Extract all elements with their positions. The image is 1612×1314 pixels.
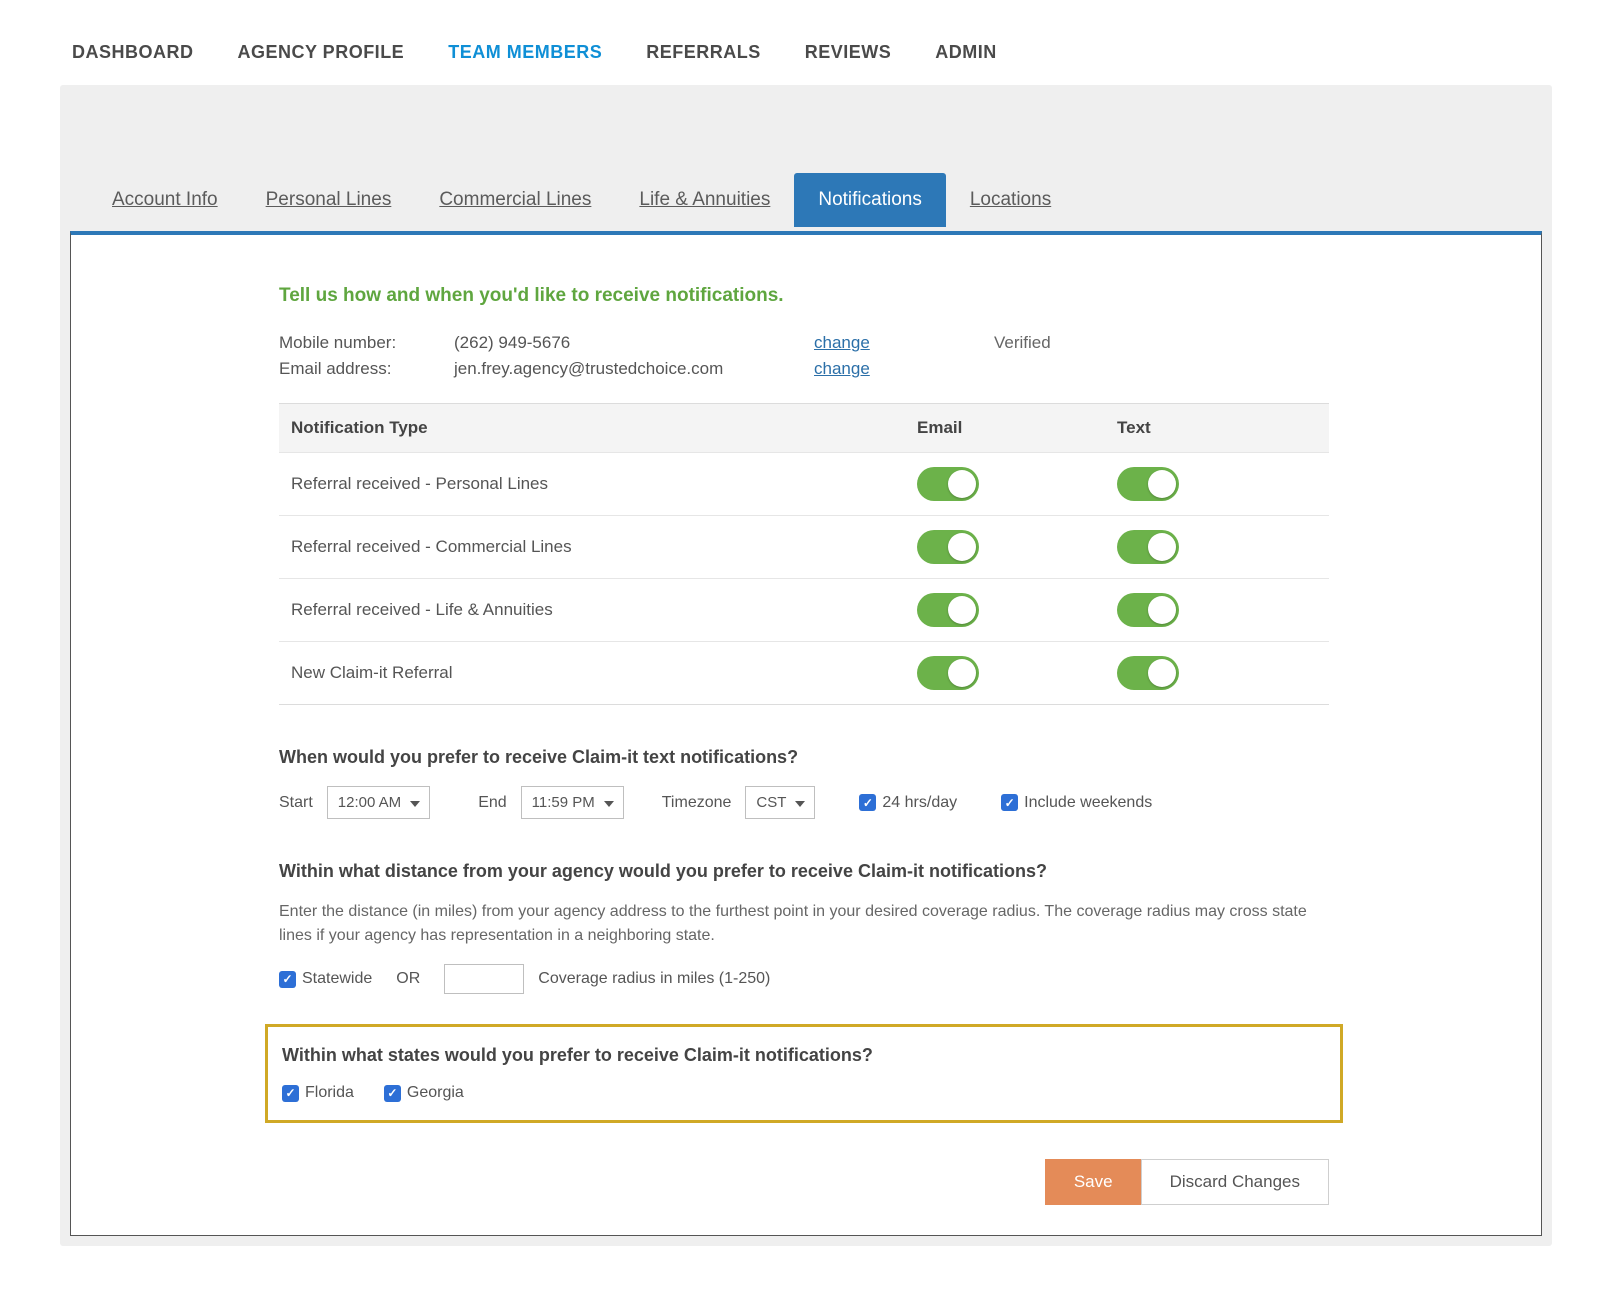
toggle-text-claimit[interactable] xyxy=(1117,656,1179,690)
email-value: jen.frey.agency@trustedchoice.com xyxy=(454,359,814,379)
toggle-text-personal[interactable] xyxy=(1117,467,1179,501)
save-button[interactable]: Save xyxy=(1045,1159,1142,1205)
tab-locations[interactable]: Locations xyxy=(946,173,1075,227)
toggle-text-commercial[interactable] xyxy=(1117,530,1179,564)
timezone-label: Timezone xyxy=(662,794,732,812)
state-georgia-label: Georgia xyxy=(407,1084,464,1102)
distance-prefs-title: Within what distance from your agency wo… xyxy=(279,861,1329,882)
col-email: Email xyxy=(917,418,1117,438)
table-row: Referral received - Life & Annuities xyxy=(279,578,1329,641)
table-row: New Claim-it Referral xyxy=(279,641,1329,704)
end-time-select[interactable]: 11:59 PM xyxy=(521,786,624,819)
allday-checkbox[interactable] xyxy=(859,794,876,811)
tab-life-annuities[interactable]: Life & Annuities xyxy=(615,173,794,227)
toggle-email-claimit[interactable] xyxy=(917,656,979,690)
radius-label: Coverage radius in miles (1-250) xyxy=(538,970,770,988)
notif-type-label: Referral received - Commercial Lines xyxy=(291,537,917,557)
allday-label: 24 hrs/day xyxy=(882,794,957,812)
toggle-email-life[interactable] xyxy=(917,593,979,627)
time-prefs-title: When would you prefer to receive Claim-i… xyxy=(279,747,1329,768)
start-time-select[interactable]: 12:00 AM xyxy=(327,786,430,819)
tab-commercial-lines[interactable]: Commercial Lines xyxy=(415,173,615,227)
notif-type-label: Referral received - Personal Lines xyxy=(291,474,917,494)
mobile-label: Mobile number: xyxy=(279,333,454,353)
nav-team-members[interactable]: TEAM MEMBERS xyxy=(448,42,602,63)
distance-helper: Enter the distance (in miles) from your … xyxy=(279,900,1329,948)
tab-personal-lines[interactable]: Personal Lines xyxy=(242,173,416,227)
nav-admin[interactable]: ADMIN xyxy=(935,42,997,63)
main-nav: DASHBOARD AGENCY PROFILE TEAM MEMBERS RE… xyxy=(60,36,1552,85)
toggle-email-personal[interactable] xyxy=(917,467,979,501)
mobile-verified-status: Verified xyxy=(994,333,1051,353)
nav-reviews[interactable]: REVIEWS xyxy=(805,42,892,63)
notifications-panel: Tell us how and when you'd like to recei… xyxy=(70,231,1542,1236)
toggle-text-life[interactable] xyxy=(1117,593,1179,627)
notif-type-label: New Claim-it Referral xyxy=(291,663,917,683)
end-label: End xyxy=(478,794,506,812)
notif-type-label: Referral received - Life & Annuities xyxy=(291,600,917,620)
state-florida-label: Florida xyxy=(305,1084,354,1102)
discard-button[interactable]: Discard Changes xyxy=(1141,1159,1329,1205)
email-label: Email address: xyxy=(279,359,454,379)
state-georgia-checkbox[interactable] xyxy=(384,1085,401,1102)
states-highlight-box: Within what states would you prefer to r… xyxy=(265,1024,1343,1123)
mobile-value: (262) 949-5676 xyxy=(454,333,814,353)
col-text: Text xyxy=(1117,418,1317,438)
table-row: Referral received - Commercial Lines xyxy=(279,515,1329,578)
timezone-select[interactable]: CST xyxy=(745,786,815,819)
start-label: Start xyxy=(279,794,313,812)
change-email-link[interactable]: change xyxy=(814,359,994,379)
notification-table: Notification Type Email Text Referral re… xyxy=(279,403,1329,705)
tab-notifications[interactable]: Notifications xyxy=(794,173,946,227)
radius-input[interactable] xyxy=(444,964,524,994)
tab-account-info[interactable]: Account Info xyxy=(88,173,242,227)
subtabs: Account Info Personal Lines Commercial L… xyxy=(88,173,1075,227)
nav-dashboard[interactable]: DASHBOARD xyxy=(72,42,194,63)
weekends-checkbox[interactable] xyxy=(1001,794,1018,811)
table-row: Referral received - Personal Lines xyxy=(279,452,1329,515)
statewide-checkbox[interactable] xyxy=(279,971,296,988)
statewide-label: Statewide xyxy=(302,970,372,988)
nav-agency-profile[interactable]: AGENCY PROFILE xyxy=(238,42,405,63)
state-florida-checkbox[interactable] xyxy=(282,1085,299,1102)
page-body: Account Info Personal Lines Commercial L… xyxy=(60,85,1552,1246)
toggle-email-commercial[interactable] xyxy=(917,530,979,564)
state-prefs-title: Within what states would you prefer to r… xyxy=(282,1045,1326,1066)
col-type: Notification Type xyxy=(291,418,917,438)
or-text: OR xyxy=(396,970,420,988)
intro-text: Tell us how and when you'd like to recei… xyxy=(279,285,1329,307)
weekends-label: Include weekends xyxy=(1024,794,1152,812)
change-mobile-link[interactable]: change xyxy=(814,333,994,353)
nav-referrals[interactable]: REFERRALS xyxy=(646,42,761,63)
